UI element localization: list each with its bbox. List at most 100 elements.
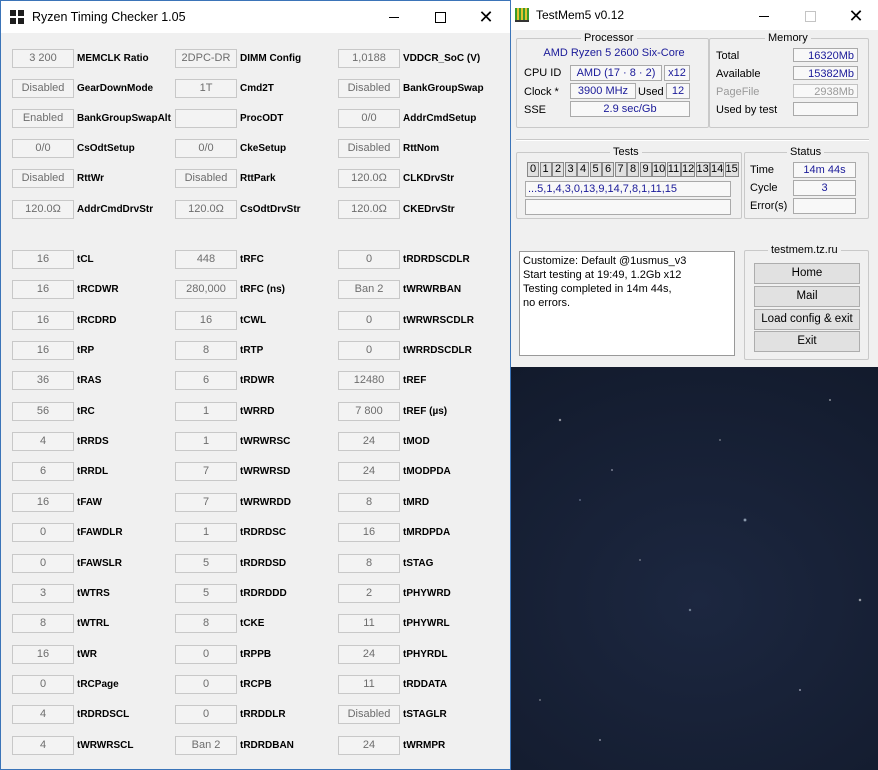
test-cell: 0	[527, 162, 539, 177]
test-cell: 12	[681, 162, 695, 177]
timing-label: AddrCmdDrvStr	[77, 203, 154, 215]
timing-label: BankGroupSwap	[403, 83, 484, 95]
timing-label: CsOdtSetup	[77, 143, 135, 155]
value-box: 0	[338, 250, 400, 269]
test-sequence: ...5,1,4,3,0,13,9,14,7,8,1,11,15	[525, 181, 731, 197]
mail-button[interactable]: Mail	[754, 286, 860, 307]
status-group-title: Status	[787, 146, 825, 158]
ryzen-timing-checker-window: Ryzen Timing Checker 1.05 ✕ 3 200 MEMCLK …	[0, 0, 511, 770]
pagefile-label: PageFile	[716, 86, 760, 98]
value-box: 1	[175, 523, 237, 543]
value-box: 120.0Ω	[338, 199, 400, 219]
value-box: 5	[175, 553, 237, 573]
test-cell: 6	[602, 162, 614, 177]
timing-label: tRCPage	[77, 678, 119, 690]
tm5-close-button[interactable]: ✕	[833, 0, 878, 32]
value-box: 16	[12, 280, 74, 300]
used-value: 12	[666, 83, 690, 99]
tm5-window-title: TestMem5 v0.12	[536, 8, 625, 22]
test-cell: 11	[666, 162, 681, 177]
rtc-maximize-button[interactable]	[417, 1, 463, 33]
load-config-exit-button[interactable]: Load config & exit	[754, 309, 860, 330]
log-line: Customize: Default @1usmus_v3	[523, 255, 687, 267]
rtc-minimize-button[interactable]	[371, 1, 417, 33]
separator-line	[516, 139, 869, 141]
value-box: 1,0188	[338, 49, 400, 68]
timing-label: tRAS	[77, 375, 102, 387]
value-box: Disabled	[338, 705, 400, 725]
timing-label: tPHYWRD	[403, 587, 451, 599]
value-box: 0/0	[175, 139, 237, 159]
value-box: 6	[12, 462, 74, 482]
value-box: Ban 2	[338, 280, 400, 300]
log-line: Testing completed in 14m 44s,	[523, 283, 672, 295]
close-icon: ✕	[478, 7, 494, 27]
value-box: Enabled	[12, 109, 74, 129]
value-box: 56	[12, 401, 74, 421]
available-label: Available	[716, 68, 761, 80]
value-box: 120.0Ω	[338, 169, 400, 189]
test-log[interactable]: Customize: Default @1usmus_v3 Start test…	[519, 251, 735, 356]
clock-value: 3900 MHz	[570, 83, 636, 99]
timing-label: CkeSetup	[240, 143, 287, 155]
timing-label: VDDCR_SoC (V)	[403, 53, 481, 64]
value-box: 16	[12, 341, 74, 361]
test-cell: 5	[589, 162, 602, 177]
tm5-minimize-button[interactable]	[741, 0, 787, 32]
value-box: Ban 2	[175, 735, 237, 755]
value-box: 2DPC-DR	[175, 49, 237, 68]
timing-label: tRCDWR	[77, 284, 119, 296]
log-line: no errors.	[523, 297, 571, 309]
timing-label: tPHYWRL	[403, 618, 450, 630]
timing-label: tRDRDBAN	[240, 739, 294, 751]
home-button[interactable]: Home	[754, 263, 860, 284]
value-box: 0	[12, 523, 74, 543]
timing-label: tRFC (ns)	[240, 284, 285, 296]
timing-label: tRPPB	[240, 648, 272, 660]
errors-value	[793, 198, 856, 214]
timing-label: tWRWRSCL	[77, 739, 134, 751]
tm5-titlebar[interactable]: TestMem5 v0.12 ✕	[511, 0, 878, 30]
value-box: 7	[175, 462, 237, 482]
rtc-close-button[interactable]: ✕	[463, 1, 509, 33]
timing-label: DIMM Config	[240, 53, 302, 64]
timing-label: tREF (µs)	[403, 405, 448, 417]
value-box: Disabled	[175, 169, 237, 189]
close-icon: ✕	[848, 6, 864, 26]
value-box: 12480	[338, 371, 400, 391]
used-by-test-value	[793, 102, 858, 116]
value-box: 0/0	[338, 109, 400, 129]
value-box: 8	[175, 614, 237, 634]
timing-label: GearDownMode	[77, 83, 154, 95]
cycle-value: 3	[793, 180, 856, 196]
timing-label: tRTP	[240, 345, 264, 357]
timing-label: tRRDDLR	[240, 709, 286, 721]
timing-label: CKEDrvStr	[403, 203, 455, 215]
test-cell: 1	[539, 162, 552, 177]
rtc-titlebar[interactable]: Ryzen Timing Checker 1.05 ✕	[1, 1, 510, 33]
links-group-title: testmem.tz.ru	[768, 244, 841, 256]
timing-label: tRCPB	[240, 678, 272, 690]
value-box: 1T	[175, 79, 237, 99]
test-cell: 9	[639, 162, 652, 177]
timing-label: tRRDS	[77, 436, 109, 448]
value-box: 4	[12, 432, 74, 452]
value-box: 8	[175, 341, 237, 361]
test-cell: 13	[695, 162, 710, 177]
pagefile-value: 2938Mb	[793, 84, 858, 98]
used-label: Used	[638, 86, 664, 98]
timing-label: AddrCmdSetup	[403, 113, 477, 125]
value-box: 5	[175, 583, 237, 603]
tests-group-title: Tests	[610, 146, 642, 158]
timing-label: RttPark	[240, 173, 276, 185]
timing-label: tRDRDSC	[240, 527, 287, 539]
exit-button[interactable]: Exit	[754, 331, 860, 352]
value-box: 7	[175, 492, 237, 512]
timing-label: tWRWRSC	[240, 436, 291, 448]
sse-value: 2.9 sec/Gb	[570, 101, 690, 117]
value-box: 8	[338, 492, 400, 512]
sse-label: SSE	[524, 104, 547, 116]
timing-label: tRFC	[240, 254, 264, 265]
timing-label: tSTAG	[403, 557, 434, 569]
timing-label: CLKDrvStr	[403, 173, 455, 185]
